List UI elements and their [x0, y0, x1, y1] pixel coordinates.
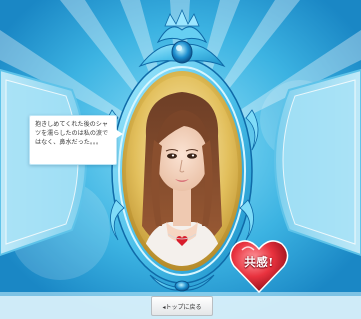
message-bubble: 抱きしめてくれた後のシャツを濡らしたのは私の涙ではなく、鼻水だった。。。	[29, 115, 117, 165]
message-bubble-tail	[115, 129, 123, 139]
game-stage: 抱きしめてくれた後のシャツを濡らしたのは私の涙ではなく、鼻水だった。。。 共感!…	[0, 0, 361, 319]
back-to-top-button[interactable]: ◂トップに戻る	[151, 296, 213, 316]
portrait-image	[126, 76, 238, 266]
woman-portrait-icon	[126, 76, 238, 266]
message-text: 抱きしめてくれた後のシャツを濡らしたのは私の涙ではなく、鼻水だった。。。	[35, 121, 109, 146]
empathy-button[interactable]: 共感!	[228, 236, 290, 294]
back-to-top-label: ◂トップに戻る	[162, 303, 202, 311]
empathy-label: 共感!	[244, 255, 274, 269]
right-door-panel	[274, 68, 361, 257]
